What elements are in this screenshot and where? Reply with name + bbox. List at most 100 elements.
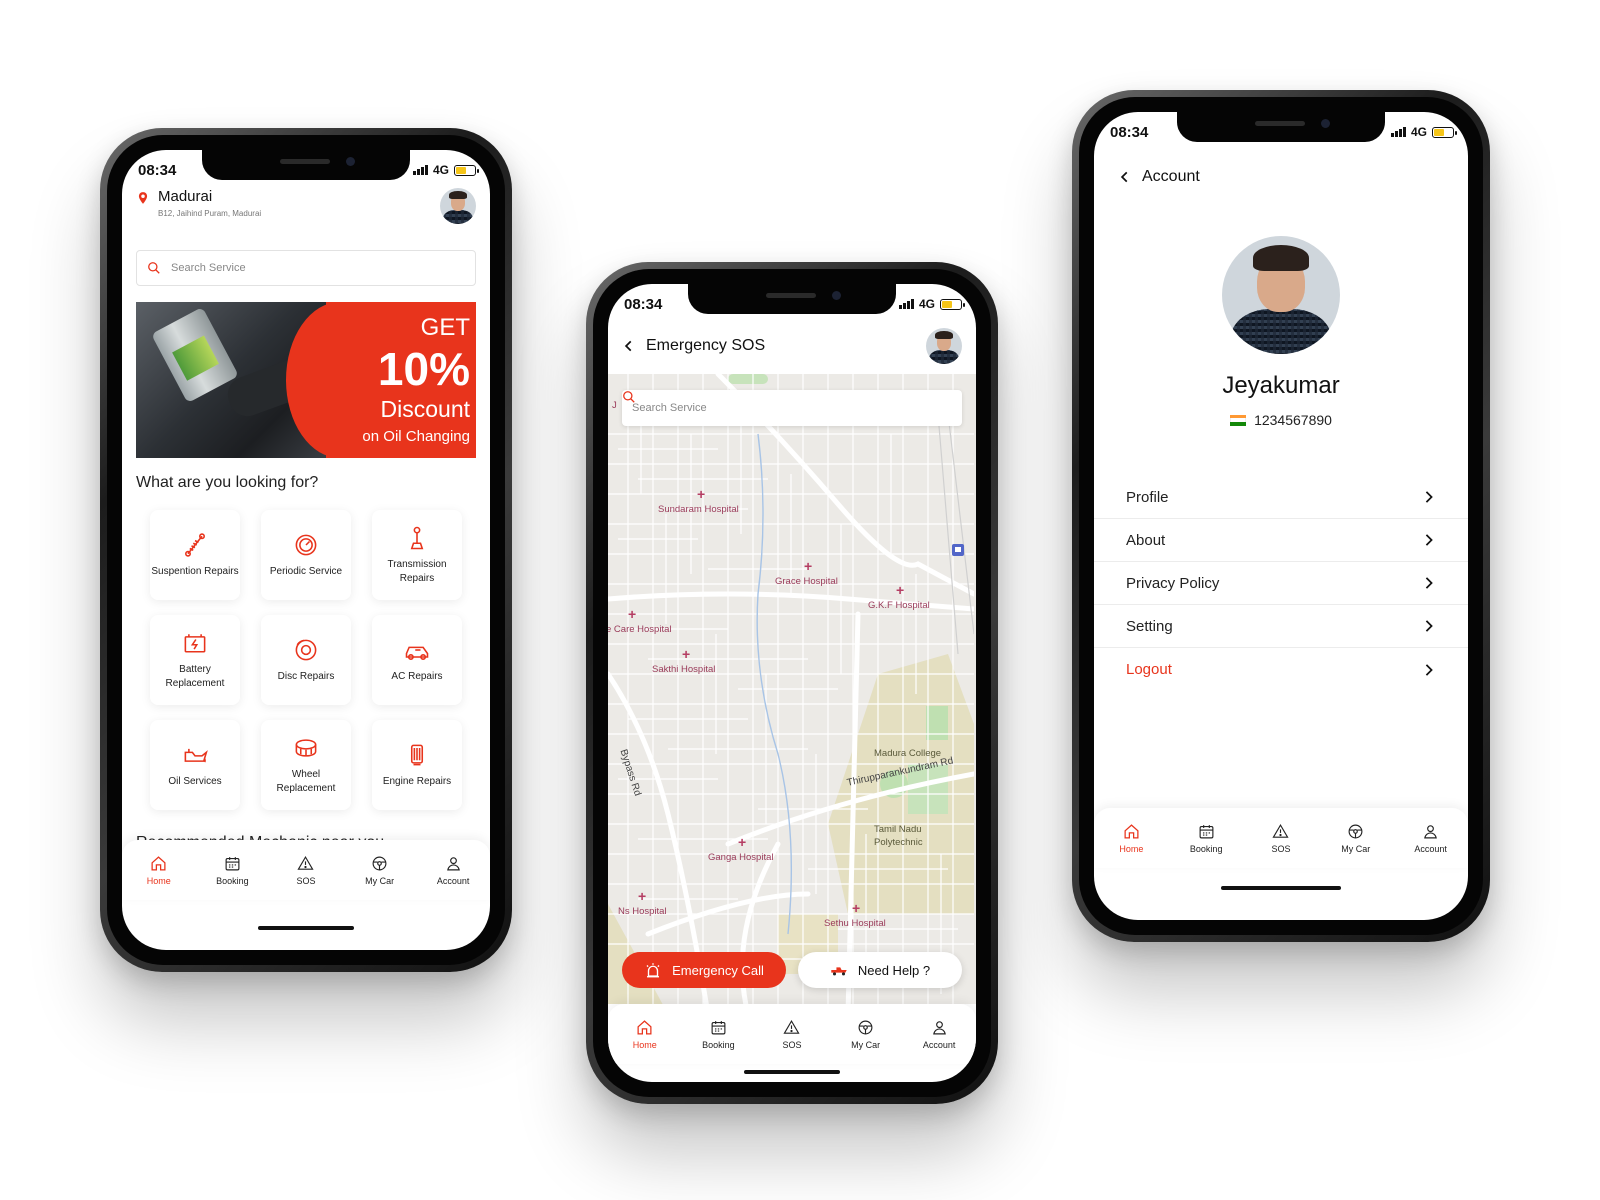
nav-account[interactable]: Account bbox=[423, 855, 483, 886]
hospital-marker-icon[interactable]: + bbox=[852, 900, 860, 916]
banner-line-2: 10% bbox=[377, 343, 470, 395]
home-indicator bbox=[258, 926, 354, 930]
nav-label: Booking bbox=[216, 875, 249, 886]
nav-home[interactable]: Home bbox=[615, 1019, 675, 1050]
map-edge-label: J bbox=[612, 400, 617, 411]
map-label-sakthi[interactable]: Sakthi Hospital bbox=[652, 664, 715, 675]
hospital-marker-icon[interactable]: + bbox=[896, 582, 904, 598]
steering-wheel-icon bbox=[858, 1020, 873, 1034]
service-wheel[interactable]: Wheel Replacement bbox=[261, 720, 351, 810]
search-input[interactable] bbox=[171, 262, 434, 274]
map-label-care[interactable]: e Care Hospital bbox=[608, 624, 671, 635]
user-icon bbox=[446, 856, 460, 870]
nav-mycar[interactable]: My Car bbox=[350, 855, 410, 886]
map-label-madura-college[interactable]: Madura College bbox=[874, 748, 941, 759]
service-oil[interactable]: Oil Services bbox=[150, 720, 240, 810]
nav-label: SOS bbox=[296, 875, 316, 886]
promo-banner[interactable]: GET 10% Discount on Oil Changing bbox=[136, 302, 476, 458]
menu-item-about[interactable]: About bbox=[1094, 519, 1468, 562]
user-icon bbox=[1424, 824, 1437, 838]
hospital-marker-icon[interactable]: + bbox=[682, 646, 690, 662]
service-label: Transmission Repairs bbox=[387, 558, 447, 585]
nav-mycar[interactable]: My Car bbox=[836, 1019, 896, 1050]
nav-sos[interactable]: SOS bbox=[276, 855, 336, 886]
bottom-nav: Home Booking SOS My Car Account bbox=[608, 1004, 976, 1064]
phone-home: 08:34 4G Madurai B12, Jaihind Puram, Mad… bbox=[100, 128, 512, 972]
speedometer-icon bbox=[295, 534, 317, 556]
search-icon bbox=[148, 262, 160, 274]
hospital-marker-icon[interactable]: + bbox=[628, 606, 636, 622]
map-label-sundaram[interactable]: Sundaram Hospital bbox=[658, 504, 739, 515]
home-screen: 08:34 4G Madurai B12, Jaihind Puram, Mad… bbox=[122, 150, 490, 950]
service-periodic[interactable]: Periodic Service bbox=[261, 510, 351, 600]
need-help-button[interactable]: Need Help ? bbox=[798, 952, 962, 988]
nav-booking[interactable]: Booking bbox=[202, 855, 262, 886]
nav-mycar[interactable]: My Car bbox=[1326, 823, 1386, 854]
service-battery[interactable]: Battery Replacement bbox=[150, 615, 240, 705]
search-bar[interactable] bbox=[136, 250, 476, 286]
tyre-icon bbox=[295, 738, 317, 757]
gear-shift-icon bbox=[410, 526, 424, 549]
menu-item-privacy-policy[interactable]: Privacy Policy bbox=[1094, 562, 1468, 605]
map-label-polytechnic[interactable]: Polytechnic bbox=[874, 837, 923, 848]
map-search-bar[interactable] bbox=[622, 390, 962, 426]
map-label-gkf[interactable]: G.K.F Hospital bbox=[868, 600, 930, 611]
sos-screen: 08:34 4G Emergency SOS Search Service J … bbox=[608, 284, 976, 1082]
avatar[interactable] bbox=[440, 188, 476, 224]
service-engine[interactable]: Engine Repairs bbox=[372, 720, 462, 810]
map-label-ns[interactable]: Ns Hospital bbox=[618, 906, 667, 917]
map-label-ganga[interactable]: Ganga Hospital bbox=[708, 852, 773, 863]
home-indicator bbox=[1221, 886, 1341, 890]
banner-line-4: on Oil Changing bbox=[362, 428, 470, 445]
map-view[interactable]: J + Sundaram Hospital + Grace Hospital +… bbox=[608, 374, 976, 1004]
home-indicator bbox=[744, 1070, 840, 1074]
calendar-icon bbox=[1199, 824, 1214, 838]
menu-label: Setting bbox=[1126, 617, 1173, 635]
service-ac[interactable]: AC Repairs bbox=[372, 615, 462, 705]
oil-can-icon bbox=[184, 748, 208, 763]
menu-item-logout[interactable]: Logout bbox=[1094, 648, 1468, 691]
map-label-sethu[interactable]: Sethu Hospital bbox=[824, 918, 886, 929]
menu-item-setting[interactable]: Setting bbox=[1094, 605, 1468, 648]
service-label: Wheel Replacement bbox=[276, 768, 336, 795]
location-city: Madurai bbox=[158, 188, 213, 205]
nav-booking[interactable]: Booking bbox=[688, 1019, 748, 1050]
hospital-marker-icon[interactable]: + bbox=[697, 486, 705, 502]
location-row[interactable]: Madurai B12, Jaihind Puram, Madurai bbox=[136, 188, 476, 224]
service-suspension[interactable]: Suspention Repairs bbox=[150, 510, 240, 600]
service-label: AC Repairs bbox=[391, 670, 443, 682]
nav-sos[interactable]: SOS bbox=[762, 1019, 822, 1050]
chevron-right-icon bbox=[1425, 534, 1433, 546]
nav-home[interactable]: Home bbox=[1101, 823, 1161, 854]
notch bbox=[688, 284, 896, 314]
nav-label: SOS bbox=[782, 1039, 802, 1050]
nav-account[interactable]: Account bbox=[909, 1019, 969, 1050]
search-input[interactable] bbox=[632, 402, 896, 414]
avatar[interactable] bbox=[926, 328, 962, 364]
hospital-marker-icon[interactable]: + bbox=[804, 558, 812, 574]
service-grid: Suspention Repairs Periodic Service Tran… bbox=[150, 510, 462, 810]
back-button[interactable]: Emergency SOS bbox=[622, 337, 765, 355]
hospital-marker-icon[interactable]: + bbox=[738, 834, 746, 850]
hospital-marker-icon[interactable]: + bbox=[638, 888, 646, 904]
profile-phone: 1234567890 bbox=[1094, 412, 1468, 428]
emergency-call-button[interactable]: Emergency Call bbox=[622, 952, 786, 988]
back-button[interactable]: Account bbox=[1118, 168, 1200, 186]
chevron-right-icon bbox=[1425, 577, 1433, 589]
nav-sos[interactable]: SOS bbox=[1251, 823, 1311, 854]
menu-item-profile[interactable]: Profile bbox=[1094, 476, 1468, 519]
signal-icon bbox=[1390, 127, 1406, 137]
map-label-grace[interactable]: Grace Hospital bbox=[775, 576, 838, 587]
nav-booking[interactable]: Booking bbox=[1176, 823, 1236, 854]
service-disc[interactable]: Disc Repairs bbox=[261, 615, 351, 705]
nav-home[interactable]: Home bbox=[129, 855, 189, 886]
nav-label: SOS bbox=[1271, 843, 1291, 854]
nav-label: Booking bbox=[1189, 843, 1223, 854]
siren-icon bbox=[646, 963, 660, 978]
map-label-tamil-nadu[interactable]: Tamil Nadu bbox=[874, 824, 922, 835]
nav-account[interactable]: Account bbox=[1401, 823, 1461, 854]
signal-icon bbox=[898, 299, 914, 309]
profile-avatar[interactable] bbox=[1222, 236, 1340, 354]
phone-bezel: 08:34 4G Account Jeyakumar 1234567890 Pr… bbox=[1079, 97, 1483, 935]
service-transmission[interactable]: Transmission Repairs bbox=[372, 510, 462, 600]
